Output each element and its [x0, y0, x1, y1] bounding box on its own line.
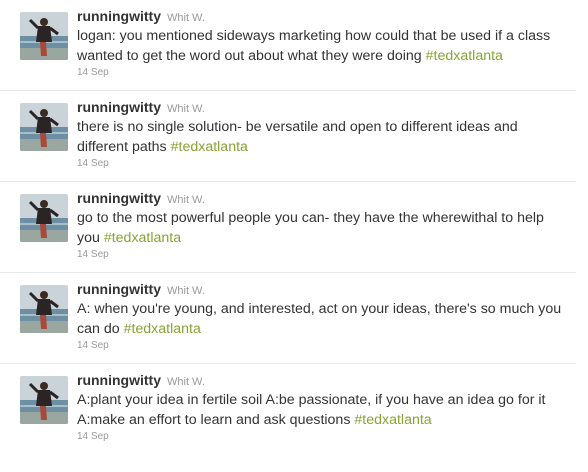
- timestamp-link[interactable]: 14 Sep: [77, 339, 567, 353]
- full-name: Whit W.: [167, 194, 205, 206]
- full-name: Whit W.: [167, 103, 205, 115]
- tweet-item: runningwitty Whit W. there is no single s…: [0, 91, 576, 182]
- tweet-header: runningwitty Whit W.: [77, 281, 567, 298]
- timestamp-link[interactable]: 14 Sep: [77, 66, 567, 80]
- tweet-header: runningwitty Whit W.: [77, 190, 567, 207]
- tweet-body: there is no single solution- be versatil…: [77, 119, 518, 155]
- hashtag-link[interactable]: #tedxatlanta: [354, 412, 431, 428]
- screen-name-link[interactable]: runningwitty: [77, 8, 161, 24]
- avatar[interactable]: [20, 103, 68, 151]
- full-name: Whit W.: [167, 376, 205, 388]
- tweet-item: runningwitty Whit W. A: when you're young…: [0, 273, 576, 364]
- timestamp-link[interactable]: 14 Sep: [77, 248, 567, 262]
- tweet-header: runningwitty Whit W.: [77, 8, 567, 25]
- timestamp-link[interactable]: 14 Sep: [77, 157, 567, 171]
- full-name: Whit W.: [167, 12, 205, 24]
- tweet-content: runningwitty Whit W. logan: you mentioned…: [77, 8, 567, 80]
- tweet-text: there is no single solution- be versatil…: [77, 117, 567, 157]
- tweet-text: A: when you're young, and interested, ac…: [77, 299, 567, 339]
- timestamp-link[interactable]: 14 Sep: [77, 430, 567, 444]
- hashtag-link[interactable]: #tedxatlanta: [171, 139, 248, 155]
- tweet-timeline: runningwitty Whit W. logan: you mentioned…: [0, 0, 588, 472]
- screen-name-link[interactable]: runningwitty: [77, 372, 161, 388]
- tweet-header: runningwitty Whit W.: [77, 372, 567, 389]
- avatar[interactable]: [20, 376, 68, 424]
- avatar[interactable]: [20, 194, 68, 242]
- avatar[interactable]: [20, 285, 68, 333]
- avatar[interactable]: [20, 12, 68, 60]
- screen-name-link[interactable]: runningwitty: [77, 190, 161, 206]
- tweet-content: runningwitty Whit W. A:plant your idea in…: [77, 372, 567, 444]
- screen-name-link[interactable]: runningwitty: [77, 281, 161, 297]
- tweet-header: runningwitty Whit W.: [77, 99, 567, 116]
- tweet-text: A:plant your idea in fertile soil A:be p…: [77, 390, 567, 430]
- tweet-body: A:plant your idea in fertile soil A:be p…: [77, 392, 546, 428]
- tweet-content: runningwitty Whit W. go to the most power…: [77, 190, 567, 262]
- tweet-item: runningwitty Whit W. logan: you mentioned…: [0, 0, 576, 91]
- hashtag-link[interactable]: #tedxatlanta: [124, 321, 201, 337]
- tweet-content: runningwitty Whit W. A: when you're young…: [77, 281, 567, 353]
- tweet-item: runningwitty Whit W. go to the most power…: [0, 182, 576, 273]
- tweet-text: go to the most powerful people you can- …: [77, 208, 567, 248]
- tweet-text: logan: you mentioned sideways marketing …: [77, 26, 567, 66]
- hashtag-link[interactable]: #tedxatlanta: [426, 48, 503, 64]
- hashtag-link[interactable]: #tedxatlanta: [104, 230, 181, 246]
- tweet-item: runningwitty Whit W. A:plant your idea in…: [0, 364, 576, 472]
- full-name: Whit W.: [167, 285, 205, 297]
- screen-name-link[interactable]: runningwitty: [77, 99, 161, 115]
- tweet-content: runningwitty Whit W. there is no single s…: [77, 99, 567, 171]
